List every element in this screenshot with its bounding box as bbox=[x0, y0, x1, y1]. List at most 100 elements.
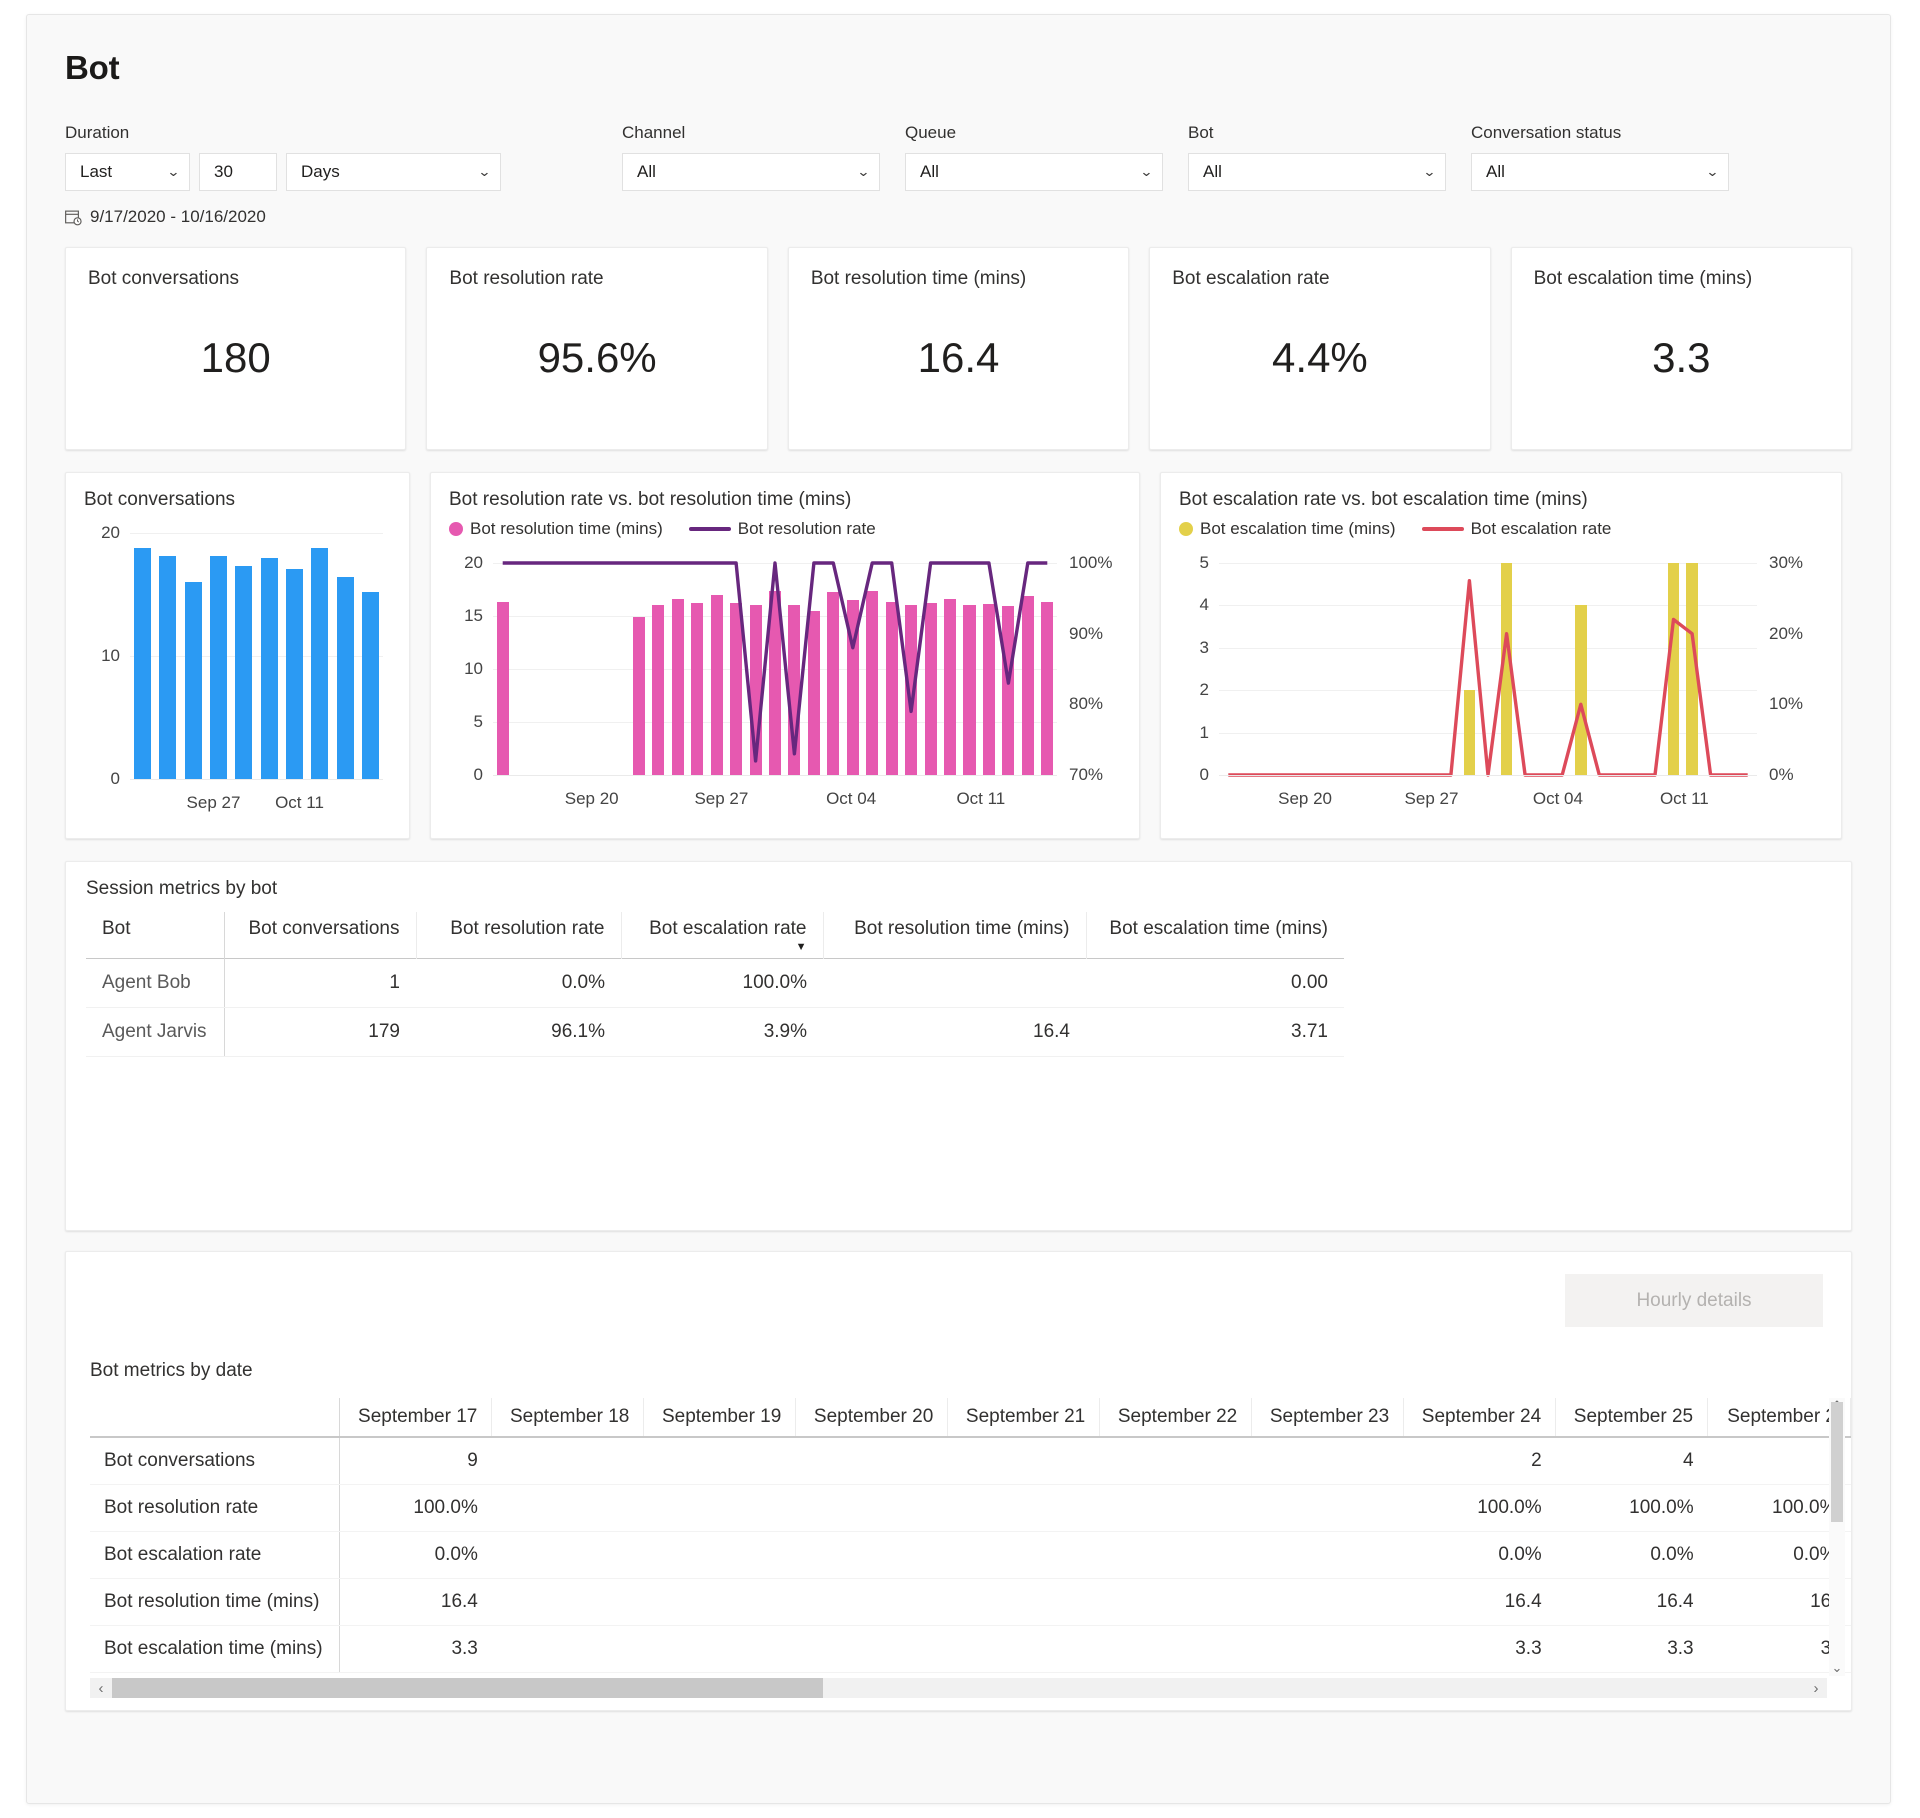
column-header-bot[interactable]: Bot bbox=[86, 912, 225, 959]
legend-line-icon bbox=[1421, 527, 1464, 531]
column-header-bot-escalation-rate[interactable]: Bot escalation rate ▼ bbox=[621, 912, 824, 959]
duration-mode-select[interactable]: Last ⌄ bbox=[65, 153, 190, 191]
bot-metrics-table: September 17 September 18 September 19 Sept… bbox=[90, 1398, 1851, 1673]
bot-filter-group: Bot All ⌄ bbox=[1188, 123, 1446, 191]
cell-value: 3.3 bbox=[1403, 1625, 1556, 1673]
kpi-title: Bot escalation rate bbox=[1172, 268, 1330, 289]
table-row[interactable]: Bot conversations 9 2 4 bbox=[90, 1437, 1851, 1485]
kpi-card-bot-resolution-time: Bot resolution time (mins) 16.4 bbox=[787, 247, 1130, 450]
legend-label: Bot escalation time (mins) bbox=[1200, 519, 1396, 538]
horizontal-scroll-track[interactable] bbox=[112, 1678, 1805, 1698]
column-header-bot-resolution-rate[interactable]: Bot resolution rate bbox=[416, 912, 622, 959]
chart-title: Bot conversations bbox=[84, 489, 236, 510]
cell-value bbox=[1099, 1625, 1252, 1673]
duration-unit-select[interactable]: Days ⌄ bbox=[286, 153, 501, 191]
column-label: Bot resolution time (mins) bbox=[854, 918, 1070, 939]
duration-amount-input[interactable]: 30 bbox=[199, 153, 277, 191]
table-row[interactable]: Bot resolution rate 100.0% 100.0% 100.0% 100… bbox=[90, 1484, 1851, 1532]
table-row[interactable]: Agent Bob 1 0.0% 100.0% 0.00 bbox=[86, 958, 1344, 1008]
escalation-chart-legend: Bot escalation time (mins) Bot escalatio… bbox=[1179, 519, 1823, 539]
chart-bar bbox=[336, 577, 354, 779]
chart-bar bbox=[184, 582, 202, 779]
column-header-bot-resolution-time[interactable]: Bot resolution time (mins) bbox=[823, 912, 1087, 959]
column-header-bot-escalation-time[interactable]: Bot escalation time (mins) bbox=[1086, 912, 1344, 959]
y-axis-tick-label: 20 bbox=[101, 523, 120, 542]
cell-value: 0.0% bbox=[339, 1531, 492, 1579]
legend-item-resolution-rate: Bot resolution rate bbox=[688, 519, 876, 539]
column-header-date[interactable]: September 18 bbox=[491, 1398, 645, 1438]
legend-item-resolution-time: Bot resolution time (mins) bbox=[449, 519, 663, 539]
legend-line-icon bbox=[688, 527, 731, 531]
bot-select[interactable]: All ⌄ bbox=[1188, 153, 1446, 191]
conversation-status-select[interactable]: All ⌄ bbox=[1471, 153, 1729, 191]
column-header-date[interactable]: September 24 bbox=[1403, 1398, 1557, 1438]
cell-value: 2 bbox=[1403, 1437, 1556, 1485]
duration-unit-value: Days bbox=[301, 162, 340, 181]
duration-amount-value: 30 bbox=[214, 162, 233, 181]
queue-select[interactable]: All ⌄ bbox=[905, 153, 1163, 191]
cell-metric-label: Bot escalation rate bbox=[90, 1531, 341, 1579]
cell-resolution-rate: 96.1% bbox=[416, 1007, 621, 1057]
cell-escalation-time: 3.71 bbox=[1086, 1007, 1344, 1057]
cell-value bbox=[643, 1625, 796, 1673]
session-metrics-panel: Session metrics by bot Bot Bot conversat… bbox=[65, 861, 1852, 1231]
vertical-scrollbar[interactable]: ⌃ ⌄ bbox=[1829, 1398, 1845, 1676]
queue-filter-group: Queue All ⌄ bbox=[905, 123, 1163, 191]
bot-metrics-panel: Hourly details Bot metrics by date Septe… bbox=[65, 1251, 1852, 1711]
cell-bot: Agent Jarvis bbox=[86, 1007, 225, 1057]
bot-metrics-table-wrap: September 17 September 18 September 19 Sept… bbox=[90, 1398, 1851, 1710]
kpi-title: Bot escalation time (mins) bbox=[1533, 268, 1753, 289]
queue-label: Queue bbox=[905, 123, 957, 142]
resolution-chart-legend: Bot resolution time (mins) Bot resolutio… bbox=[449, 519, 1121, 539]
chevron-down-icon[interactable]: ⌄ bbox=[1832, 1660, 1843, 1676]
cell-escalation-rate: 3.9% bbox=[621, 1007, 823, 1057]
bot-conversations-chart-card: Bot conversations 0 10 20 Sep 27 Oct 11 bbox=[65, 472, 410, 839]
calendar-clock-icon bbox=[65, 210, 82, 225]
cell-conversations: 179 bbox=[224, 1007, 416, 1057]
chevron-left-icon[interactable]: ‹ bbox=[90, 1680, 112, 1697]
table-row[interactable]: Bot resolution time (mins) 16.4 16.4 16.4 16… bbox=[90, 1578, 1851, 1626]
chart-bar bbox=[210, 556, 228, 779]
cell-value bbox=[947, 1625, 1100, 1673]
chart-bar bbox=[285, 568, 303, 779]
kpi-title: Bot conversations bbox=[88, 268, 240, 289]
column-header-date[interactable]: September 23 bbox=[1251, 1398, 1405, 1438]
kpi-row: Bot conversations 180 Bot resolution rat… bbox=[65, 247, 1853, 450]
cell-value bbox=[1251, 1578, 1404, 1626]
kpi-title: Bot resolution time (mins) bbox=[810, 268, 1027, 289]
gridline bbox=[130, 533, 383, 534]
column-header-date[interactable]: September 19 bbox=[643, 1398, 797, 1438]
channel-select[interactable]: All ⌄ bbox=[622, 153, 880, 191]
column-header-date[interactable]: September 22 bbox=[1099, 1398, 1253, 1438]
x-axis-tick-label: Oct 11 bbox=[1659, 789, 1709, 808]
table-row[interactable]: Bot escalation time (mins)3.33.33.33. bbox=[90, 1625, 1851, 1673]
chart-bar bbox=[260, 557, 278, 779]
legend-label: Bot resolution time (mins) bbox=[470, 519, 663, 538]
duration-label: Duration bbox=[65, 123, 130, 142]
table-header-row: September 17 September 18 September 19 Sept… bbox=[90, 1398, 1851, 1438]
column-header-bot-conversations[interactable]: Bot conversations bbox=[224, 912, 417, 959]
column-header-date[interactable]: September 21 bbox=[947, 1398, 1101, 1438]
column-header-date[interactable]: September 25 bbox=[1555, 1398, 1709, 1438]
channel-filter-group: Channel All ⌄ bbox=[622, 123, 880, 191]
chart-bar bbox=[361, 592, 379, 779]
chevron-right-icon[interactable]: › bbox=[1805, 1680, 1827, 1697]
table-row[interactable]: Bot escalation rate 0.0% 0.0% 0.0% 0.0% bbox=[90, 1531, 1851, 1579]
conversation-status-filter-group: Conversation status All ⌄ bbox=[1471, 123, 1729, 191]
horizontal-scroll-thumb[interactable] bbox=[112, 1678, 824, 1698]
column-header-date[interactable]: September 20 bbox=[795, 1398, 949, 1438]
page-title: Bot bbox=[65, 49, 120, 86]
table-row[interactable]: Agent Jarvis 179 96.1% 3.9% 16.4 3.71 bbox=[86, 1007, 1344, 1057]
horizontal-scrollbar[interactable]: ‹ › bbox=[90, 1678, 1827, 1698]
queue-value: All bbox=[920, 162, 939, 181]
chart-title: Bot escalation rate vs. bot escalation t… bbox=[1179, 489, 1588, 510]
cell-value bbox=[643, 1437, 796, 1485]
hourly-details-button[interactable]: Hourly details bbox=[1565, 1274, 1823, 1327]
column-header-date[interactable]: September 17 bbox=[339, 1398, 493, 1438]
cell-value bbox=[947, 1437, 1100, 1485]
cell-value bbox=[947, 1531, 1100, 1579]
cell-value bbox=[491, 1578, 644, 1626]
column-label: Bot bbox=[102, 918, 131, 939]
vertical-scroll-thumb[interactable] bbox=[1831, 1402, 1843, 1522]
cell-metric-label: Bot conversations bbox=[90, 1437, 341, 1485]
